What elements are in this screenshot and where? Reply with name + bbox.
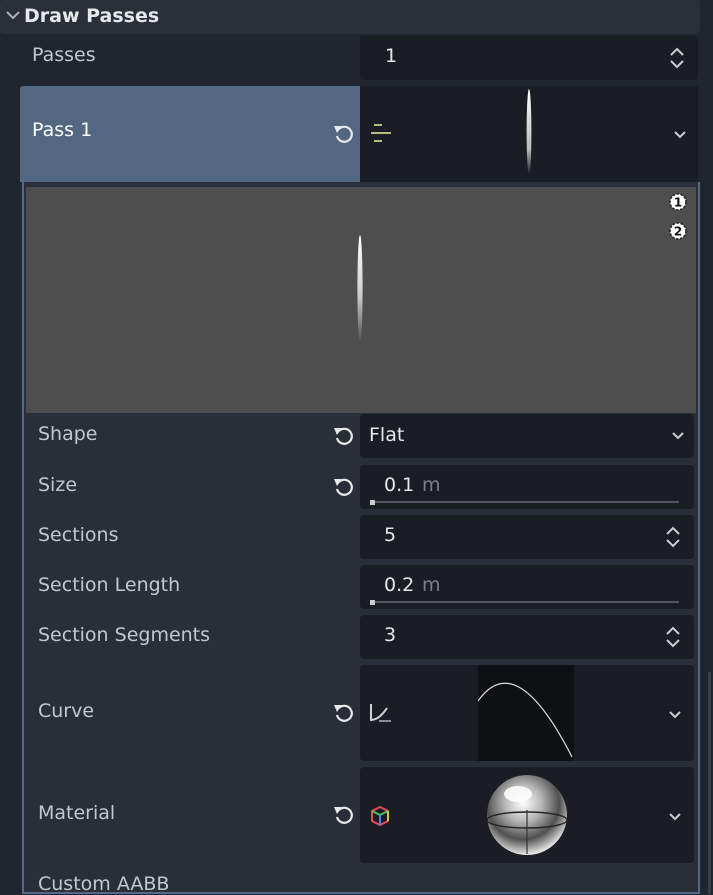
section-segments-spinbox[interactable]: 3 (360, 615, 694, 659)
section-length-unit: m (422, 574, 441, 596)
section-segments-label: Section Segments (38, 624, 211, 646)
section-length-value: 0.2 (384, 574, 415, 596)
light-2-label: 2 (674, 225, 682, 239)
updown-arrows-icon[interactable] (669, 47, 685, 69)
curve-label: Curve (38, 700, 95, 722)
slider-grabber[interactable] (370, 500, 375, 505)
pass1-label: Pass 1 (32, 119, 93, 141)
light-2-toggle[interactable]: 2 (667, 220, 689, 242)
revert-icon[interactable] (333, 476, 355, 498)
section-header-draw-passes[interactable]: Draw Passes (0, 0, 700, 34)
shape-dropdown[interactable]: Flat (360, 414, 694, 458)
chevron-down-icon (672, 432, 684, 440)
light-1-toggle[interactable]: 1 (667, 191, 689, 213)
light-icon: 1 (669, 193, 687, 211)
ribbon-mesh-icon (371, 124, 391, 142)
section-length-label: Section Length (38, 574, 181, 596)
mesh-preview: 1 2 (26, 187, 696, 413)
revert-icon[interactable] (333, 425, 355, 447)
material-picker[interactable] (360, 767, 694, 863)
light-1-label: 1 (674, 196, 682, 210)
sections-value: 5 (384, 524, 397, 546)
material-icon (371, 805, 389, 827)
size-unit: m (422, 474, 441, 496)
light-icon: 2 (669, 222, 687, 240)
chevron-down-icon (6, 11, 20, 20)
custom-aabb-label: Custom AABB (38, 873, 170, 895)
material-label: Material (38, 802, 116, 824)
chevron-down-icon (669, 711, 681, 719)
shape-value: Flat (369, 424, 405, 446)
chevron-down-icon[interactable] (673, 130, 687, 140)
revert-icon[interactable] (333, 123, 355, 145)
curve-picker[interactable] (360, 665, 694, 761)
passes-value: 1 (385, 45, 398, 67)
pass1-row[interactable]: Pass 1 (20, 86, 360, 182)
preview-ribbon (357, 235, 363, 343)
section-segments-value: 3 (384, 624, 397, 646)
slider-track (370, 601, 679, 603)
material-thumbnail (486, 775, 568, 855)
pass1-mesh-picker[interactable] (360, 86, 698, 182)
scrollbar[interactable] (708, 672, 711, 894)
revert-icon[interactable] (333, 804, 355, 826)
sections-label: Sections (38, 524, 119, 546)
size-label: Size (38, 474, 78, 496)
updown-arrows-icon[interactable] (665, 526, 681, 548)
size-slider[interactable]: 0.1 m (360, 465, 694, 509)
slider-track (370, 501, 679, 503)
shape-label: Shape (38, 423, 98, 445)
curve-icon (370, 704, 391, 722)
revert-icon[interactable] (333, 702, 355, 724)
passes-label: Passes (32, 44, 96, 66)
curve-thumbnail (478, 665, 574, 761)
section-title: Draw Passes (24, 5, 160, 27)
mesh-thumbnail (526, 89, 532, 175)
chevron-down-icon (669, 813, 681, 821)
size-value: 0.1 (384, 474, 415, 496)
slider-grabber[interactable] (370, 600, 375, 605)
passes-spinbox[interactable]: 1 (360, 36, 698, 80)
sections-spinbox[interactable]: 5 (360, 515, 694, 559)
updown-arrows-icon[interactable] (665, 626, 681, 648)
section-length-slider[interactable]: 0.2 m (360, 565, 694, 609)
